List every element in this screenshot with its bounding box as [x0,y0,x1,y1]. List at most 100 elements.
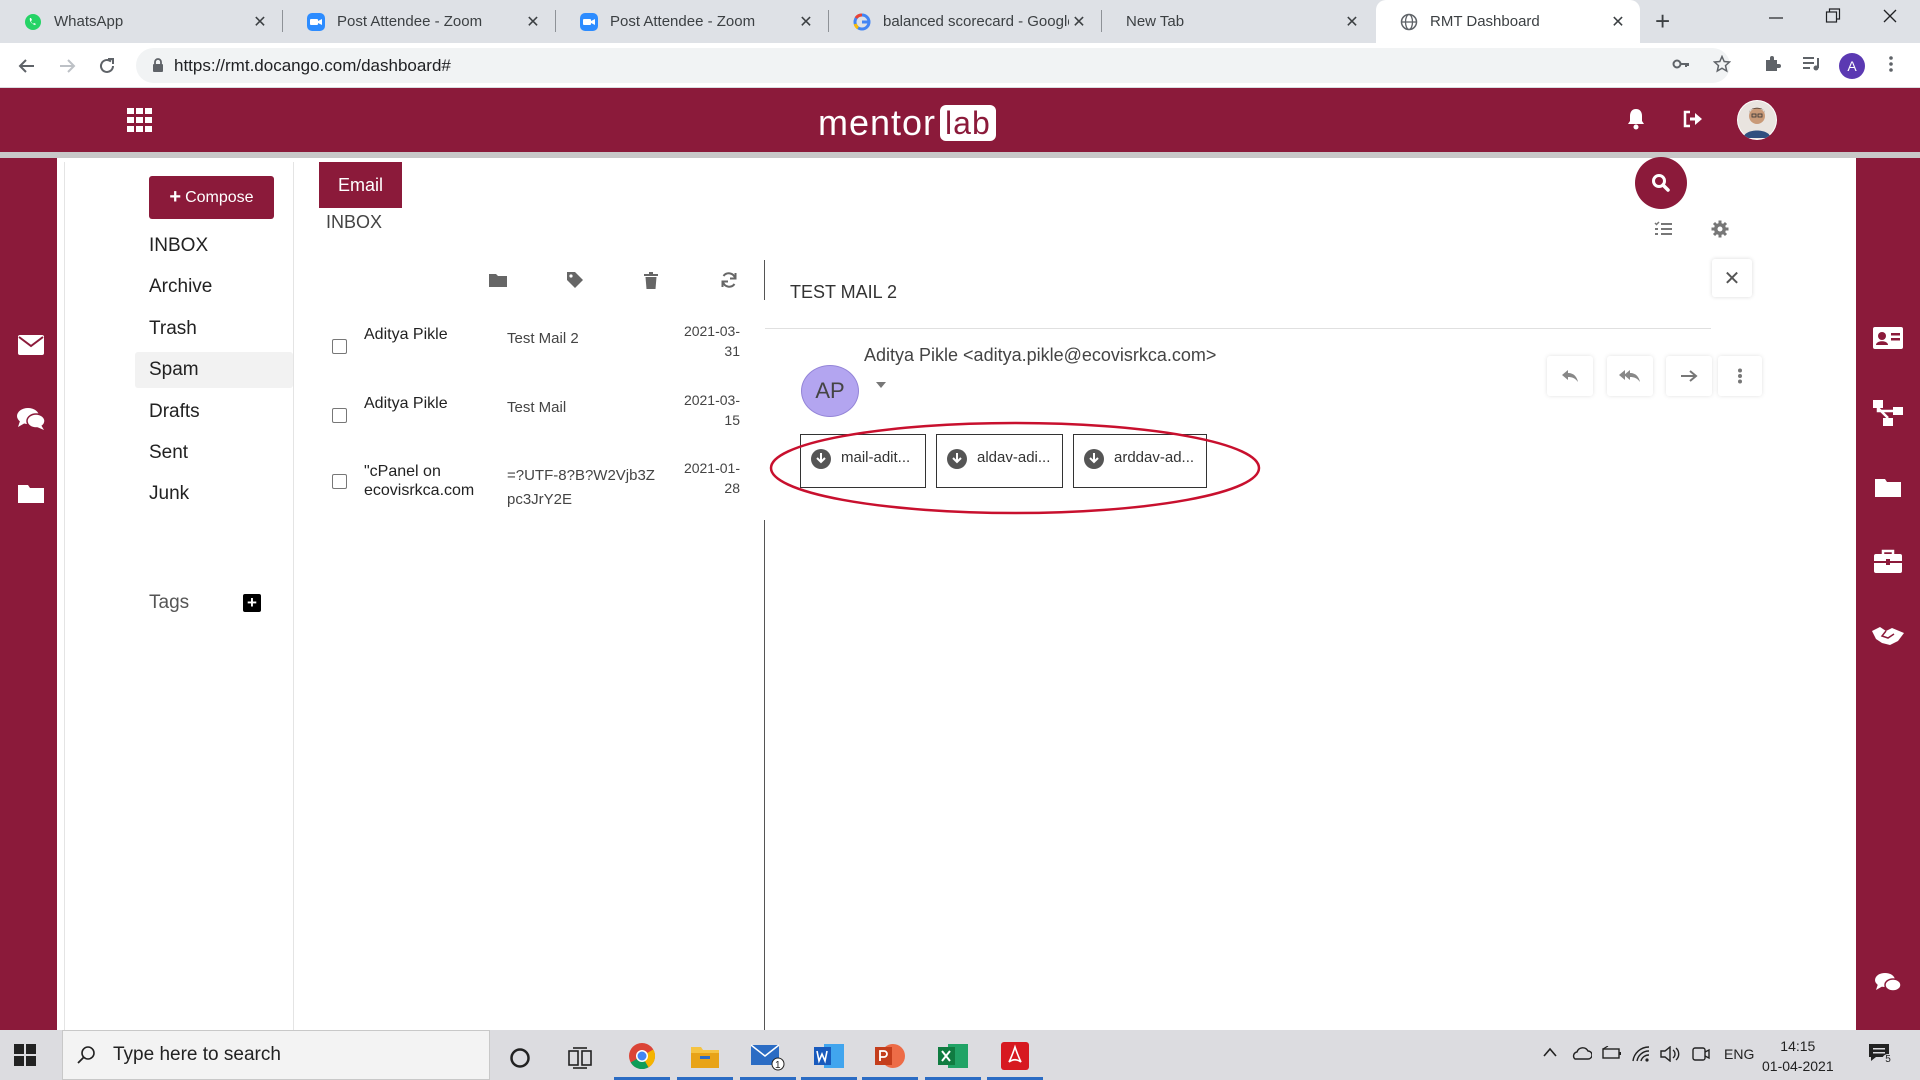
zoom-icon [307,12,325,31]
battery-icon[interactable] [1602,1046,1622,1060]
minimize-icon[interactable] [1768,6,1784,26]
email-date-line2: 31 [724,343,740,359]
notification-center-icon[interactable]: 5 [1868,1042,1894,1066]
email-tab[interactable]: Email [319,162,402,208]
window-close-icon[interactable] [1882,6,1898,26]
notification-count: 5 [1882,1054,1894,1066]
folder-drafts[interactable]: Drafts [135,394,293,430]
tab-close-icon[interactable]: ✕ [1342,12,1362,32]
chat-icon[interactable] [11,399,51,439]
chevron-down-icon[interactable] [876,382,886,388]
extensions-icon[interactable] [1763,55,1781,73]
current-folder-label: INBOX [326,212,383,232]
more-options-button[interactable] [1718,356,1762,396]
tab-close-icon[interactable]: ✕ [250,12,270,32]
folder-junk[interactable]: Junk [135,476,293,512]
mentorlab-logo: mentor lab [818,102,996,144]
folder-sidebar: + Compose INBOX Archive Trash Spam Draft… [64,162,294,1030]
bookmark-star-icon[interactable] [1713,55,1731,73]
tab-close-icon[interactable]: ✕ [1608,12,1628,32]
back-icon[interactable] [13,52,41,80]
notifications-bell-icon[interactable] [1626,108,1646,130]
tab-close-icon[interactable]: ✕ [1069,12,1089,32]
address-bar[interactable]: https://rmt.docango.com/dashboard# [136,48,1730,83]
folder-inbox[interactable]: INBOX [135,228,293,264]
briefcase-icon[interactable] [1868,541,1908,581]
onedrive-icon[interactable] [1570,1046,1592,1060]
new-tab-button[interactable]: + [1655,8,1670,34]
refresh-icon[interactable] [719,270,739,290]
media-queue-icon[interactable] [1802,55,1822,73]
reply-icon [1561,369,1579,383]
tab-title: New Tab [1126,13,1185,30]
delete-icon[interactable] [641,270,661,290]
tray-chevron-up-icon[interactable] [1542,1046,1558,1058]
volume-icon[interactable] [1660,1046,1680,1062]
logo-badge: lab [940,105,996,141]
email-row[interactable]: Aditya Pikle Test Mail 2 2021-03- 31 [320,321,750,381]
email-checkbox[interactable] [332,339,347,354]
user-avatar[interactable] [1737,100,1777,140]
tab-whatsapp[interactable]: WhatsApp ✕ [0,0,282,43]
email-date-line1: 2021-03- [683,392,740,408]
forward-icon[interactable] [53,52,81,80]
logout-icon[interactable] [1682,109,1704,129]
folder-archive[interactable]: Archive [135,269,293,305]
close-reader-button[interactable]: ✕ [1712,259,1752,297]
browser-menu-icon[interactable] [1888,55,1894,73]
email-sender: Aditya Pikle [364,395,448,412]
email-row[interactable]: Aditya Pikle Test Mail 2021-03- 15 [320,390,750,450]
tab-rmt-dashboard[interactable]: RMT Dashboard ✕ [1376,0,1640,43]
wifi-icon[interactable] [1632,1046,1650,1062]
windows-start-icon[interactable] [14,1044,36,1066]
settings-gear-icon[interactable] [1711,220,1729,238]
system-clock[interactable]: 14:15 01-04-2021 [1762,1036,1834,1076]
powerpoint-icon[interactable] [862,1035,918,1080]
key-icon[interactable] [1672,55,1690,73]
add-tag-button[interactable]: + [243,594,261,612]
tab-close-icon[interactable]: ✕ [796,12,816,32]
taskbar-search-box[interactable]: Type here to search [62,1030,490,1080]
email-checkbox[interactable] [332,408,347,423]
excel-icon[interactable] [925,1035,981,1080]
mail-icon[interactable] [11,325,51,365]
folder-trash[interactable]: Trash [135,311,293,347]
folder-icon[interactable] [11,473,51,513]
task-view-icon[interactable] [552,1035,608,1080]
meet-now-icon[interactable] [1692,1046,1710,1062]
reply-button[interactable] [1547,356,1593,396]
folder-spam[interactable]: Spam [135,352,293,388]
list-view-icon[interactable] [1654,221,1672,237]
tag-icon[interactable] [565,270,585,290]
folder-sent[interactable]: Sent [135,435,293,471]
forward-button[interactable] [1666,356,1712,396]
tab-zoom-1[interactable]: Post Attendee - Zoom ✕ [283,0,555,43]
language-indicator[interactable]: ENG [1724,1046,1754,1062]
apps-grid-icon[interactable] [127,108,153,132]
profile-avatar[interactable]: A [1839,53,1865,79]
tab-zoom-2[interactable]: Post Attendee - Zoom ✕ [556,0,828,43]
documents-folder-icon[interactable] [1868,467,1908,507]
mail-app-icon[interactable]: 1 [740,1035,796,1080]
compose-button[interactable]: + Compose [149,176,274,219]
search-button[interactable] [1635,157,1687,209]
cortana-icon[interactable] [492,1035,548,1080]
email-row[interactable]: "cPanel on ecovisrkca.com =?UTF-8?B?W2Vj… [320,458,750,518]
email-subject: Test Mail 2 [507,330,579,347]
tab-close-icon[interactable]: ✕ [523,12,543,32]
restore-icon[interactable] [1825,6,1841,26]
reload-icon[interactable] [93,52,121,80]
email-checkbox[interactable] [332,474,347,489]
handshake-icon[interactable] [1868,615,1908,655]
move-folder-icon[interactable] [488,270,508,290]
acrobat-icon[interactable] [987,1035,1043,1080]
file-explorer-icon[interactable] [677,1035,733,1080]
tab-new-tab[interactable]: New Tab ✕ [1102,0,1374,43]
chat-support-icon[interactable] [1868,963,1908,1003]
reply-all-button[interactable] [1607,356,1653,396]
tab-google[interactable]: balanced scorecard - Google ✕ [829,0,1101,43]
word-icon[interactable] [801,1035,857,1080]
contact-card-icon[interactable] [1868,318,1908,358]
chrome-icon[interactable] [614,1035,670,1080]
sitemap-icon[interactable] [1868,393,1908,433]
